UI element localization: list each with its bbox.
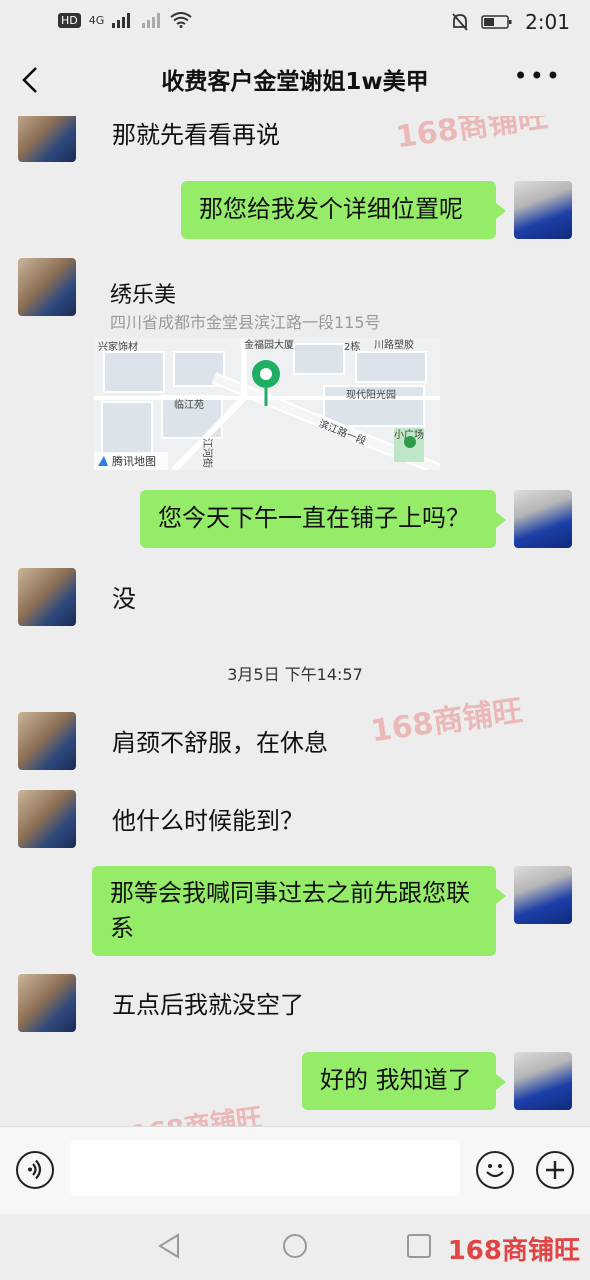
wifi-icon [170, 12, 192, 28]
system-nav-bar: 168商铺旺 [0, 1214, 590, 1280]
mute-bell-icon [452, 13, 468, 31]
my-message-bubble[interactable]: 那您给我发个详细位置呢 [181, 181, 506, 239]
map-label: 2栋 [344, 340, 360, 353]
network-label: 4G [88, 13, 105, 27]
map-label: 小广场 [394, 428, 424, 441]
chat-area[interactable]: 168商铺旺 168商铺旺 168商铺旺 那就先看看再说 那您给我发个详细位置呢… [0, 116, 590, 1126]
signal-icon [112, 13, 131, 28]
contact-avatar[interactable] [18, 974, 76, 1032]
message-text: 没 [112, 585, 136, 613]
add-more-icon[interactable] [536, 1151, 574, 1189]
location-address[interactable]: 四川省成都市金堂县滨江路一段115号 [110, 309, 381, 333]
timestamp: 3月5日 下午14:57 [227, 665, 363, 684]
map-label: 临江苑 [174, 398, 204, 411]
message-text: 肩颈不舒服，在休息 [112, 729, 328, 757]
watermark: 168商铺旺 [368, 693, 525, 750]
chat-header: 收费客户金堂谢姐1w美甲 ••• [0, 44, 590, 116]
brand-logo: 168商铺旺 [447, 1236, 580, 1266]
contact-avatar[interactable] [18, 568, 76, 626]
voice-input-icon[interactable] [16, 1151, 54, 1189]
battery-icon [481, 15, 512, 29]
my-avatar[interactable] [514, 181, 572, 239]
contact-avatar[interactable] [18, 790, 76, 848]
input-bar [0, 1126, 590, 1215]
map-label: 兴家饰材 [98, 340, 138, 353]
my-message-bubble[interactable]: 好的 我知道了 [302, 1052, 506, 1110]
map-label: 金福园大厦 [244, 338, 294, 351]
location-name[interactable]: 绣乐美 [110, 277, 176, 309]
message-text: 那就先看看再说 [112, 121, 280, 149]
chat-title: 收费客户金堂谢姐1w美甲 [161, 69, 429, 95]
nav-recents-icon[interactable] [406, 1233, 432, 1259]
message-text: 五点后我就没空了 [112, 991, 304, 1019]
nav-back-icon[interactable] [156, 1232, 182, 1260]
contact-avatar[interactable] [18, 116, 76, 162]
map-label: 川路塑胶 [374, 338, 414, 351]
message-input[interactable] [70, 1140, 460, 1196]
map-label: 现代阳光园 [346, 388, 396, 401]
nav-home-icon[interactable] [281, 1232, 309, 1260]
watermark: 168商铺旺 [393, 116, 550, 156]
contact-avatar[interactable] [18, 258, 76, 316]
map-provider: 腾讯地图 [112, 454, 156, 468]
more-options-icon[interactable]: ••• [514, 62, 562, 90]
my-avatar[interactable] [514, 1052, 572, 1110]
my-avatar[interactable] [514, 866, 572, 924]
status-right: 2:01 [451, 10, 570, 34]
my-message-bubble[interactable]: 您今天下午一直在铺子上吗？ [140, 490, 506, 548]
signal-secondary-icon [142, 13, 161, 28]
status-bar: HD 4G 2:01 [0, 0, 590, 44]
status-left: HD 4G [58, 12, 192, 28]
status-time: 2:01 [525, 10, 570, 34]
emoji-icon[interactable] [476, 1151, 514, 1189]
location-map[interactable]: 兴家饰材 金福园大厦 2栋 川路塑胶 临江苑 现代阳光园 滨江路一段 小广场 江… [94, 338, 440, 470]
message-text: 他什么时候能到？ [112, 807, 304, 835]
back-arrow-icon[interactable] [18, 64, 46, 96]
hd-badge: HD [58, 12, 81, 28]
map-graphic: 兴家饰材 金福园大厦 2栋 川路塑胶 临江苑 现代阳光园 滨江路一段 小广场 江… [94, 338, 440, 470]
map-label: 江河街 [201, 438, 214, 468]
watermark: 168商铺旺 [128, 1097, 264, 1126]
my-avatar[interactable] [514, 490, 572, 548]
my-message-bubble[interactable]: 那等会我喊同事过去之前先跟您联系 [92, 866, 506, 956]
contact-avatar[interactable] [18, 712, 76, 770]
